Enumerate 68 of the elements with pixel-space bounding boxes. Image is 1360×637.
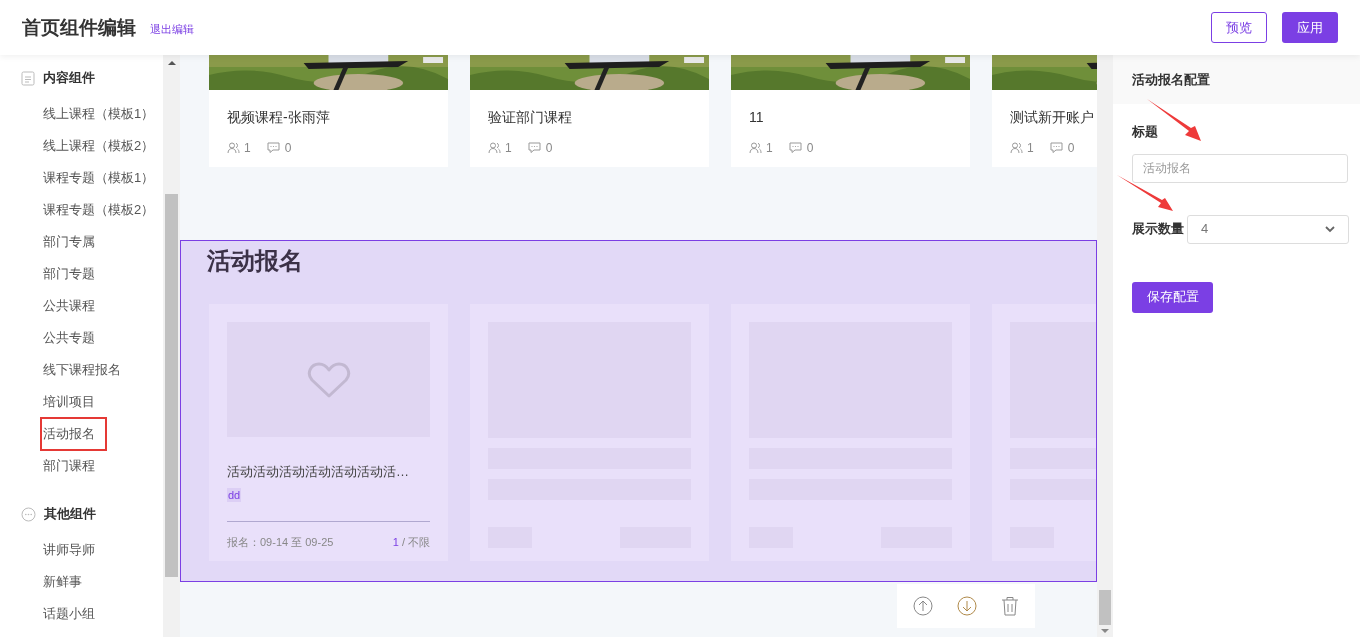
component-item[interactable]: 部门专属 (43, 232, 95, 252)
document-icon (21, 70, 35, 86)
component-item[interactable]: 公共专题 (43, 328, 95, 348)
component-item[interactable]: 话题小组 (43, 604, 95, 624)
course-card[interactable]: 视频课程-张雨萍 1 0 (209, 55, 448, 167)
component-item[interactable]: 部门专题 (43, 264, 95, 284)
scrollbar[interactable] (163, 55, 180, 637)
scrollbar[interactable] (1097, 55, 1113, 637)
component-item[interactable]: 线上课程（模板2） (43, 136, 155, 156)
learner-count: 1 (244, 140, 251, 157)
component-item[interactable]: 线下课程报名 (43, 360, 121, 380)
preview-button[interactable]: 预览 (1211, 12, 1267, 43)
comment-count: 0 (806, 140, 814, 157)
activity-title: 活动活动活动活动活动活动活… (227, 463, 410, 481)
component-item[interactable]: 部门课程 (43, 456, 95, 476)
component-item[interactable]: 活动报名 (42, 419, 105, 449)
activity-tag: dd (227, 487, 242, 502)
apply-button[interactable]: 应用 (1282, 12, 1338, 43)
activity-section[interactable]: 活动报名 活动活动活动活动活动活动活… dd 报名：09-14 至 09-25 1 / 不限 (180, 240, 1097, 582)
field-label: 标题 (1132, 123, 1159, 141)
component-item[interactable]: 课程专题（模板1） (43, 168, 155, 188)
activity-card[interactable]: 活动活动活动活动活动活动活… dd 报名：09-14 至 09-25 1 / 不限 (209, 304, 448, 561)
people-icon (749, 142, 762, 154)
learner-count: 1 (505, 140, 512, 157)
signup-date: 报名：09-14 至 09-25 (227, 534, 334, 550)
section-title: 活动报名 (207, 246, 304, 277)
course-title: 测试新开账户 (1010, 108, 1095, 127)
save-button[interactable]: 保存配置 (1132, 281, 1213, 313)
field-label: 展示数量 (1132, 220, 1184, 239)
comment-count: 0 (1067, 140, 1075, 157)
chevron-down-icon (1325, 225, 1335, 233)
count-select[interactable]: 4 (1187, 214, 1349, 244)
comment-count: 0 (545, 140, 553, 157)
comment-icon (266, 142, 280, 154)
course-card[interactable]: 验证部门课程 1 0 (470, 55, 709, 167)
course-title: 验证部门课程 (488, 108, 573, 127)
title-input[interactable]: 活动报名 (1132, 153, 1348, 183)
comment-icon (788, 142, 802, 154)
group-title: 内容组件 (43, 69, 95, 88)
exit-link[interactable]: 退出编辑 (150, 20, 194, 38)
signup-count: 1 (392, 535, 399, 548)
trash-icon[interactable] (1001, 596, 1019, 616)
comment-count: 0 (284, 140, 292, 157)
group-title: 其他组件 (44, 505, 96, 524)
comment-icon (527, 142, 541, 154)
learner-count: 1 (766, 140, 773, 157)
component-item[interactable]: 课程专题（模板2） (43, 200, 155, 220)
move-down-icon[interactable] (957, 596, 977, 616)
signup-limit: / 不限 (401, 535, 430, 548)
people-icon (227, 142, 240, 154)
learner-count: 1 (1027, 140, 1034, 157)
component-item[interactable]: 线上课程（模板1） (43, 104, 155, 124)
panel-title: 活动报名配置 (1132, 70, 1210, 89)
move-up-icon[interactable] (913, 596, 933, 616)
course-card[interactable]: 11 1 0 (731, 55, 970, 167)
page-title: 首页组件编辑 (22, 15, 136, 41)
course-card[interactable]: 测试新开账户 1 0 (992, 55, 1097, 167)
more-icon (21, 506, 36, 522)
course-title: 11 (749, 108, 765, 127)
component-item[interactable]: 培训项目 (43, 392, 95, 412)
comment-icon (1049, 142, 1063, 154)
people-icon (488, 142, 501, 154)
people-icon (1010, 142, 1023, 154)
component-item[interactable]: 公共课程 (43, 296, 95, 316)
component-item[interactable]: 新鲜事 (43, 572, 82, 592)
component-item[interactable]: 讲师导师 (43, 540, 95, 560)
heart-icon (306, 360, 351, 399)
course-title: 视频课程-张雨萍 (227, 108, 331, 127)
